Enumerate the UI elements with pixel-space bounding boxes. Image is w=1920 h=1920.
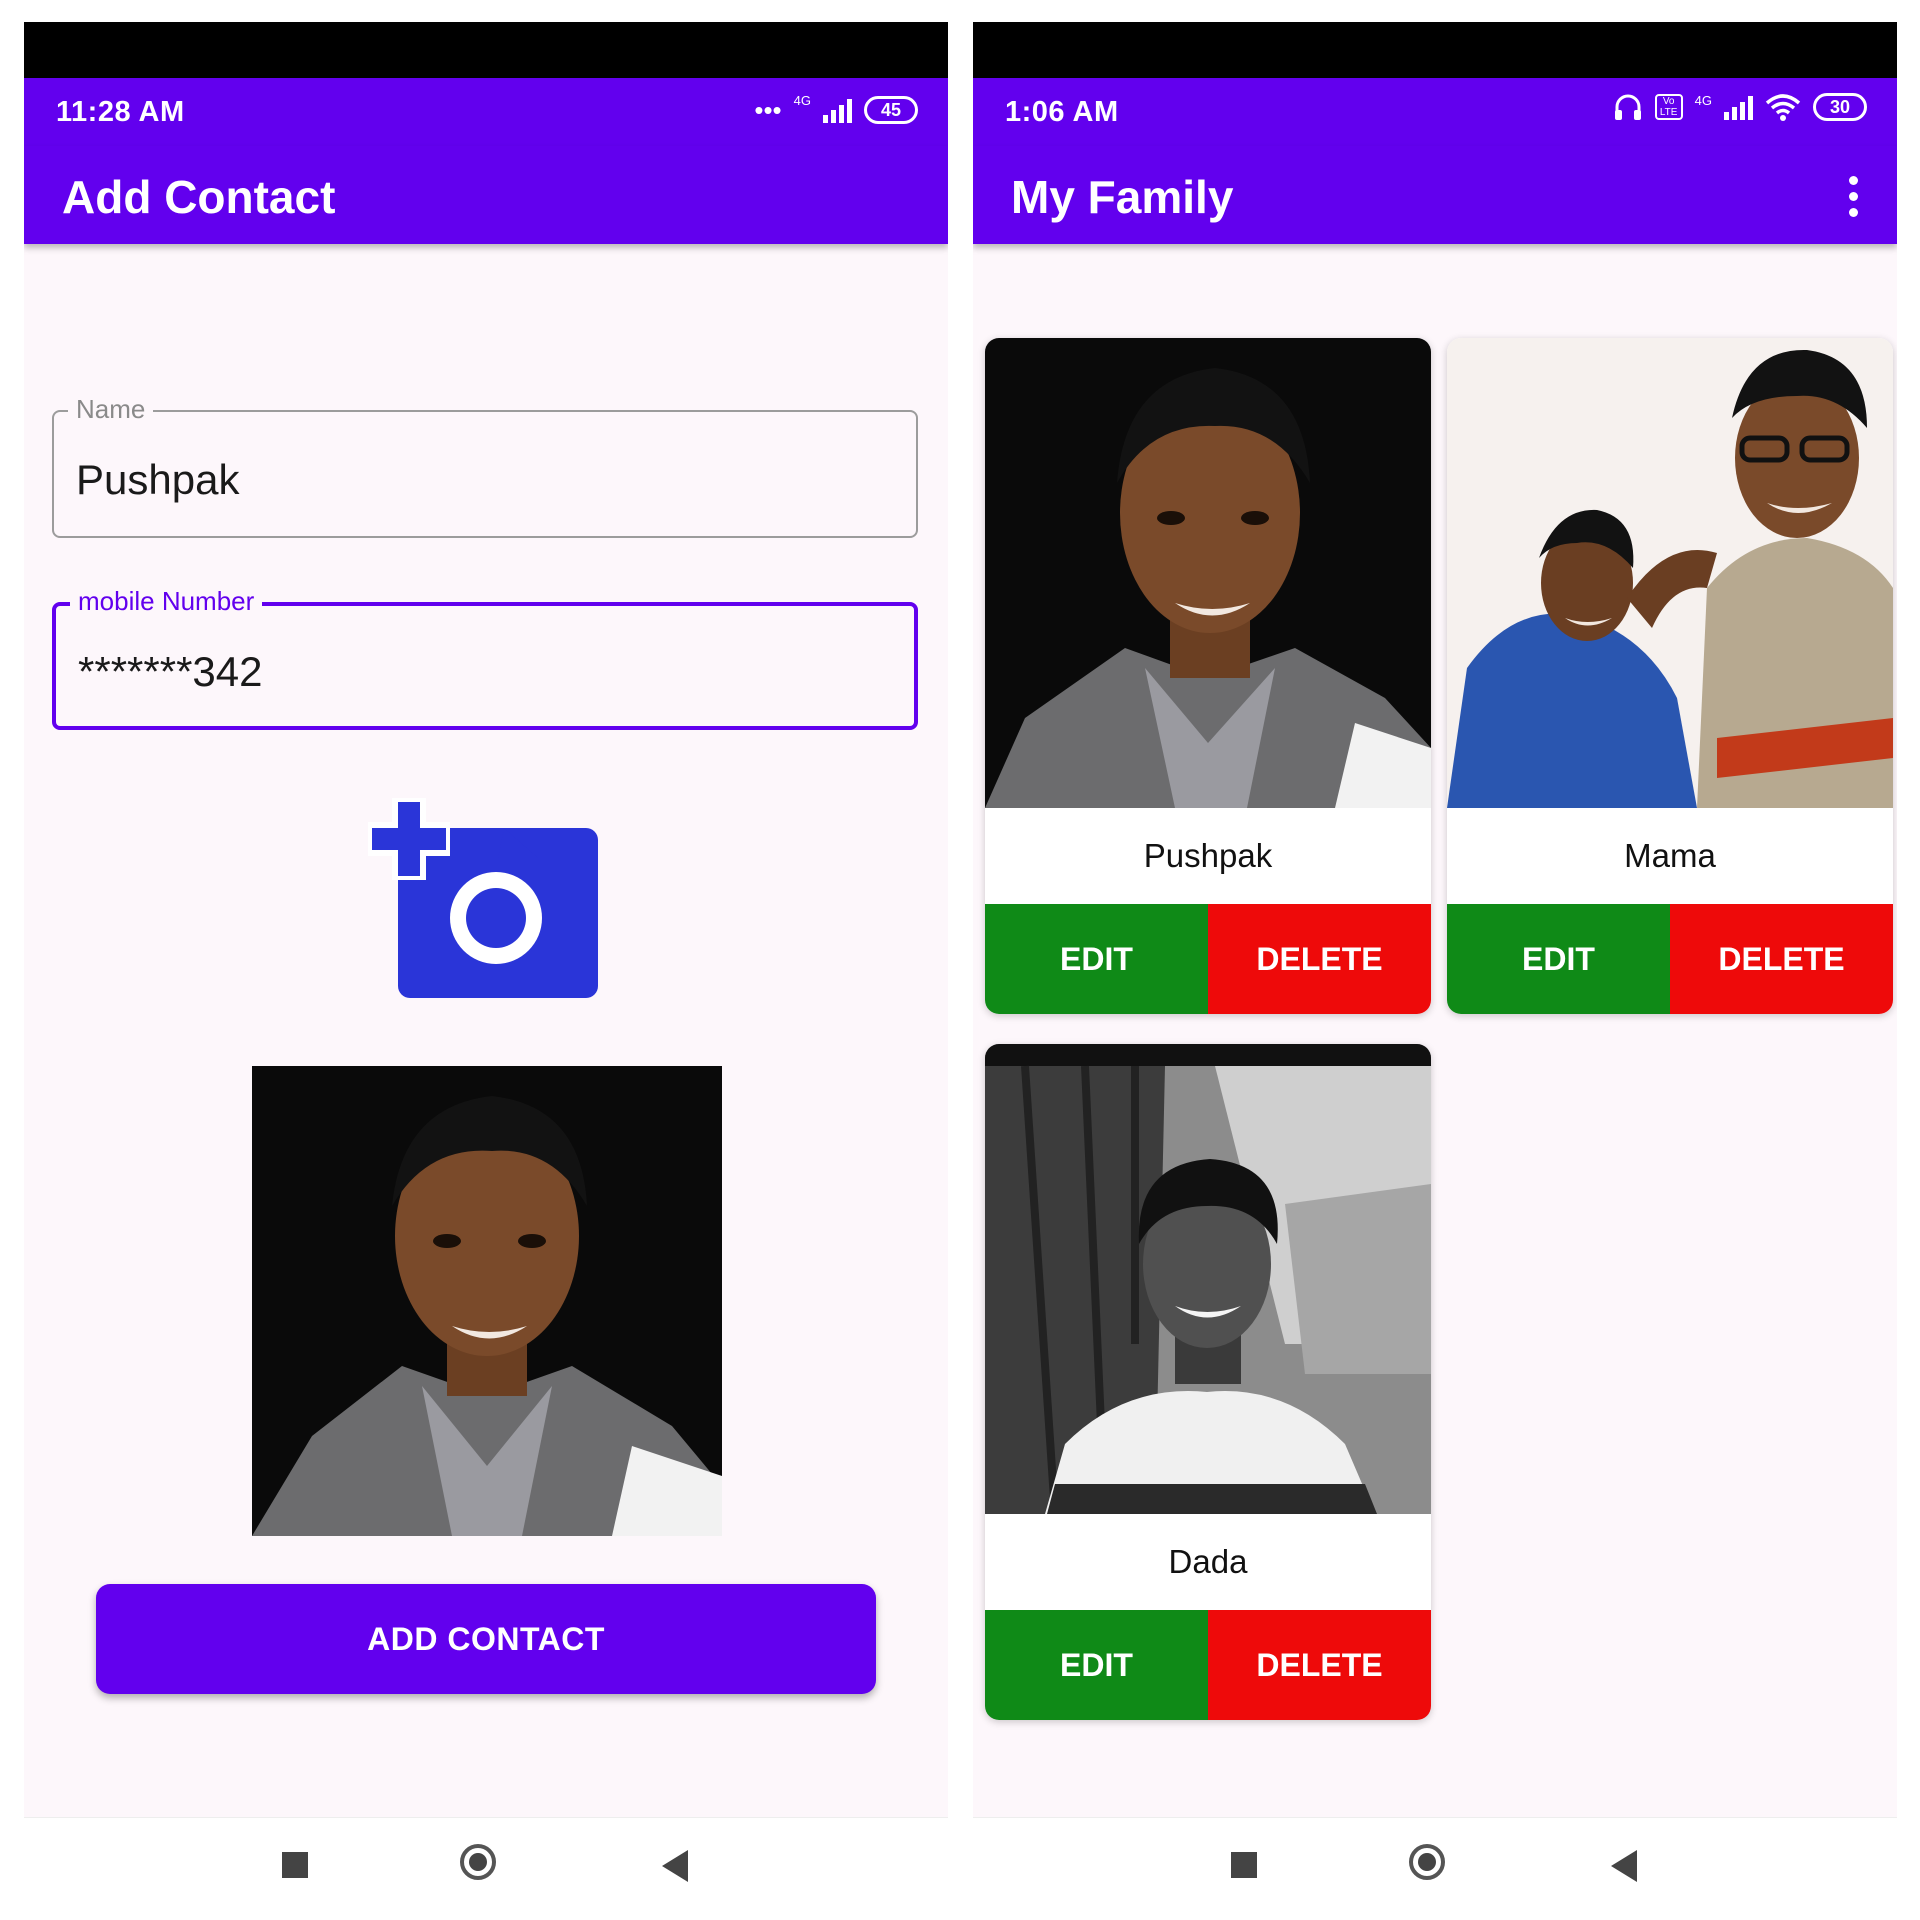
delete-button[interactable]: DELETE <box>1208 904 1431 1014</box>
status-time: 1:06 AM <box>1005 96 1119 128</box>
battery-icon: 30 <box>1813 93 1867 121</box>
add-contact-button[interactable]: ADD CONTACT <box>96 1584 876 1694</box>
name-field-label: Name <box>68 394 154 425</box>
contact-photo <box>1447 338 1893 808</box>
camera-cutout-bar <box>973 22 1897 78</box>
more-notifications-icon: ••• <box>754 95 782 125</box>
app-bar: My Family <box>973 146 1897 244</box>
system-nav-bar <box>24 1817 948 1898</box>
camera-cutout-bar <box>24 22 948 78</box>
page-title: My Family <box>1011 171 1234 223</box>
status-time: 11:28 AM <box>56 96 185 128</box>
app-bar: Add Contact <box>24 146 948 244</box>
status-bar: 11:28 AM ••• 4G 45 <box>24 78 948 146</box>
battery-icon: 45 <box>864 96 918 124</box>
contact-card: Mama EDIT DELETE <box>1447 338 1893 1014</box>
mobile-number-input-value[interactable]: *******342 <box>78 648 263 696</box>
back-icon[interactable] <box>662 1850 688 1882</box>
network-type-label: 4G <box>793 93 811 108</box>
contact-photo <box>985 1044 1431 1514</box>
name-input-value[interactable]: Pushpak <box>76 456 239 504</box>
edit-button[interactable]: EDIT <box>985 904 1208 1014</box>
contact-photo-preview <box>252 1066 722 1536</box>
status-icons: ••• 4G 45 <box>754 92 918 128</box>
volte-icon: Vo LTE <box>1654 94 1683 120</box>
signal-icon <box>1724 94 1753 120</box>
contact-photo <box>985 338 1431 808</box>
edit-button[interactable]: EDIT <box>985 1610 1208 1720</box>
recents-icon[interactable] <box>1231 1852 1257 1878</box>
card-actions: EDIT DELETE <box>985 904 1431 1014</box>
family-list-screen: 1:06 AM Vo LTE 4G 30 My Family Pushpak E… <box>973 22 1897 1898</box>
mobile-number-field[interactable]: mobile Number *******342 <box>52 586 918 730</box>
contact-name: Dada <box>1168 1543 1248 1580</box>
home-icon[interactable] <box>460 1844 496 1880</box>
status-icons: Vo LTE 4G 30 <box>1613 92 1867 122</box>
mobile-number-label: mobile Number <box>70 586 263 617</box>
contact-card: Pushpak EDIT DELETE <box>985 338 1431 1014</box>
delete-button[interactable]: DELETE <box>1208 1610 1431 1720</box>
network-type-label: 4G <box>1694 93 1712 108</box>
add-contact-screen: 11:28 AM ••• 4G 45 Add Contact Name Push… <box>24 22 948 1898</box>
card-actions: EDIT DELETE <box>1447 904 1893 1014</box>
back-icon[interactable] <box>1611 1850 1637 1882</box>
recents-icon[interactable] <box>282 1852 308 1878</box>
card-actions: EDIT DELETE <box>985 1610 1431 1720</box>
more-vert-icon[interactable] <box>1847 176 1859 217</box>
headphones-icon <box>1614 94 1641 120</box>
add-photo-camera-icon[interactable] <box>368 792 598 1002</box>
name-field[interactable]: Name Pushpak <box>52 394 918 538</box>
contact-name: Mama <box>1624 837 1716 874</box>
signal-icon <box>823 97 852 123</box>
status-bar: 1:06 AM Vo LTE 4G 30 <box>973 78 1897 146</box>
contact-card: Dada EDIT DELETE <box>985 1044 1431 1720</box>
page-title: Add Contact <box>62 171 336 223</box>
edit-button[interactable]: EDIT <box>1447 904 1670 1014</box>
system-nav-bar <box>973 1817 1897 1898</box>
home-icon[interactable] <box>1409 1844 1445 1880</box>
contact-name: Pushpak <box>1143 837 1273 874</box>
wifi-icon <box>1765 94 1801 121</box>
delete-button[interactable]: DELETE <box>1670 904 1893 1014</box>
